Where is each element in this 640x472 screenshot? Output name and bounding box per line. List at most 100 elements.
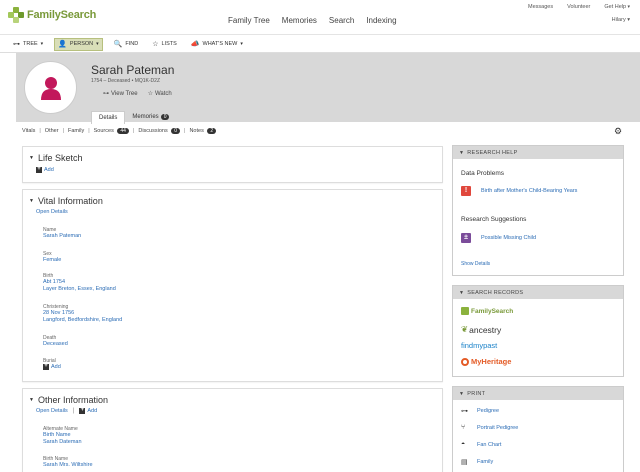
vital-sex-field: Sex Female: [43, 251, 61, 264]
findmypast-record-link[interactable]: findmypast: [461, 341, 497, 350]
collapse-arrow-icon: ▼: [459, 390, 465, 397]
life-sketch-card: ▼ Life Sketch + Add: [22, 146, 443, 183]
collapse-arrow-icon: ▼: [29, 155, 34, 161]
familysearch-record-link[interactable]: FamilySearch: [461, 307, 513, 315]
collapse-arrow-icon: ▼: [29, 397, 34, 403]
divider: |: [184, 128, 186, 134]
view-tree-button[interactable]: ⊶ View Tree: [103, 90, 138, 97]
tree-menu[interactable]: ⊶ TREE ▾: [10, 38, 46, 51]
vital-christening-field: Christening 28 Nov 1756 Langford, Bedfor…: [43, 304, 122, 324]
other-open-details-link[interactable]: Open Details: [36, 408, 68, 414]
research-suggestion-item[interactable]: ± Possible Missing Child: [461, 233, 536, 243]
notes-count-badge: 2: [207, 128, 217, 134]
filter-vitals[interactable]: Vitals: [22, 128, 35, 134]
print-family-link[interactable]: ▤ Family: [461, 458, 493, 466]
print-portrait-pedigree-link[interactable]: ⑂ Portrait Pedigree: [461, 424, 518, 431]
discussions-count-badge: 0: [171, 128, 181, 134]
nav-search[interactable]: Search: [329, 16, 354, 25]
data-problem-item[interactable]: ! Birth after Mother's Child-Bearing Yea…: [461, 186, 577, 196]
logo-text: FamilySearch: [27, 9, 97, 21]
pedigree-icon: ⊶: [461, 408, 468, 415]
divider: |: [72, 408, 75, 414]
print-pedigree-label: Pedigree: [477, 408, 500, 414]
print-pedigree-link[interactable]: ⊶ Pedigree: [461, 407, 499, 415]
vital-birth-date[interactable]: Abt 1754: [43, 279, 116, 286]
utility-nav: Messages Volunteer Get Help: [528, 4, 630, 10]
life-sketch-add-button[interactable]: + Add: [36, 166, 54, 173]
show-details-link[interactable]: Show Details: [461, 261, 490, 267]
burial-add-button[interactable]: + Add: [43, 363, 61, 370]
vital-birth-place[interactable]: Layer Breton, Essex, England: [43, 286, 116, 293]
ancestry-record-label: ancestry: [469, 324, 502, 335]
filter-other[interactable]: Other: [45, 128, 59, 134]
vital-information-header[interactable]: ▼ Vital Information: [29, 196, 103, 206]
messages-link[interactable]: Messages: [528, 4, 553, 10]
research-help-header[interactable]: ▼ RESEARCH HELP: [453, 146, 623, 159]
vital-sex-value[interactable]: Female: [43, 257, 61, 264]
research-suggestion-label: Possible Missing Child: [481, 235, 537, 241]
life-sketch-header[interactable]: ▼ Life Sketch: [29, 153, 82, 163]
myheritage-record-link[interactable]: MyHeritage: [461, 357, 511, 366]
person-header: Sarah Pateman 1754 – Deceased • MQ1K-D2Z…: [16, 53, 640, 124]
print-fan-chart-link[interactable]: ◓ Fan Chart: [461, 441, 501, 448]
filter-sources[interactable]: Sources 44: [94, 128, 129, 134]
plus-icon: +: [36, 166, 42, 173]
person-label: PERSON: [69, 41, 94, 47]
other-add-button[interactable]: + Add: [79, 407, 97, 414]
fan-chart-icon: ◓: [461, 441, 466, 448]
nav-family-tree[interactable]: Family Tree: [228, 16, 270, 25]
chevron-down-icon: ▾: [240, 41, 243, 47]
watch-button[interactable]: ☆ Watch: [148, 90, 172, 97]
tab-memories[interactable]: Memories 0: [125, 111, 176, 124]
get-help-menu[interactable]: Get Help: [604, 4, 630, 10]
divider: |: [88, 128, 90, 134]
alt-name-value[interactable]: Sarah Mrs. Wiltshire: [43, 462, 93, 469]
tree-icon: ⊶: [13, 41, 20, 48]
person-lifespan: 1754 – Deceased • MQ1K-D2Z: [91, 78, 161, 84]
vital-christening-date[interactable]: 28 Nov 1756: [43, 310, 122, 317]
document-icon: ▤: [461, 459, 468, 466]
vital-information-card: ▼ Vital Information Open Details Name Sar…: [22, 189, 443, 382]
search-records-header[interactable]: ▼ SEARCH RECORDS: [453, 286, 623, 299]
vital-name-value[interactable]: Sarah Pateman: [43, 233, 81, 240]
section-filter-bar: Vitals | Other | Family | Sources 44 | Discu…: [22, 128, 217, 134]
user-menu[interactable]: Hilary ▾: [612, 17, 630, 23]
alt-name-type[interactable]: Birth Name: [43, 432, 82, 439]
print-title: PRINT: [467, 390, 486, 397]
person-menu[interactable]: 👤 PERSON ▾: [54, 37, 103, 51]
other-information-header[interactable]: ▼ Other Information: [29, 395, 108, 405]
nav-memories[interactable]: Memories: [282, 16, 317, 25]
filter-discussions[interactable]: Discussions 0: [138, 128, 181, 134]
star-icon: ☆: [147, 91, 153, 97]
search-icon: 🔍: [113, 41, 123, 48]
avatar[interactable]: [24, 61, 77, 114]
tree-label: TREE: [23, 41, 38, 47]
filter-family[interactable]: Family: [68, 128, 84, 134]
volunteer-link[interactable]: Volunteer: [567, 4, 590, 10]
alt-name-value[interactable]: Sarah Dateman: [43, 439, 82, 446]
myheritage-record-label: MyHeritage: [471, 357, 512, 366]
lists-button[interactable]: ☆ LISTS: [149, 38, 180, 51]
tree-icon: ⊶: [103, 91, 109, 97]
vital-death-value[interactable]: Deceased: [43, 341, 68, 348]
gear-icon[interactable]: ⚙: [614, 126, 622, 137]
research-suggestions-heading: Research Suggestions: [461, 216, 527, 223]
ancestry-record-link[interactable]: ❦ ancestry: [461, 324, 501, 335]
female-silhouette-icon: [40, 76, 61, 100]
vital-open-details-link[interactable]: Open Details: [36, 209, 68, 215]
vital-death-field: Death Deceased: [43, 335, 68, 348]
print-fan-chart-label: Fan Chart: [477, 441, 502, 448]
filter-notes[interactable]: Notes 2: [189, 128, 217, 134]
whats-new-menu[interactable]: 📣 WHAT'S NEW ▾: [188, 38, 246, 51]
other-information-card: ▼ Other Information Open Details | + Add A…: [22, 388, 443, 472]
familysearch-logo[interactable]: FamilySearch: [8, 7, 96, 23]
tab-details[interactable]: Details: [91, 111, 126, 124]
divider: |: [39, 128, 41, 134]
find-button[interactable]: 🔍 FIND: [111, 38, 142, 51]
sources-count-badge: 44: [117, 128, 129, 134]
print-header[interactable]: ▼ PRINT: [453, 387, 623, 400]
nav-indexing[interactable]: Indexing: [366, 16, 396, 25]
vital-christening-place[interactable]: Langford, Bedfordshire, England: [43, 317, 122, 324]
life-sketch-title: Life Sketch: [37, 153, 83, 163]
print-panel: ▼ PRINT ⊶ Pedigree ⑂ Portrait Pedigree ◓ Fan…: [452, 386, 624, 472]
